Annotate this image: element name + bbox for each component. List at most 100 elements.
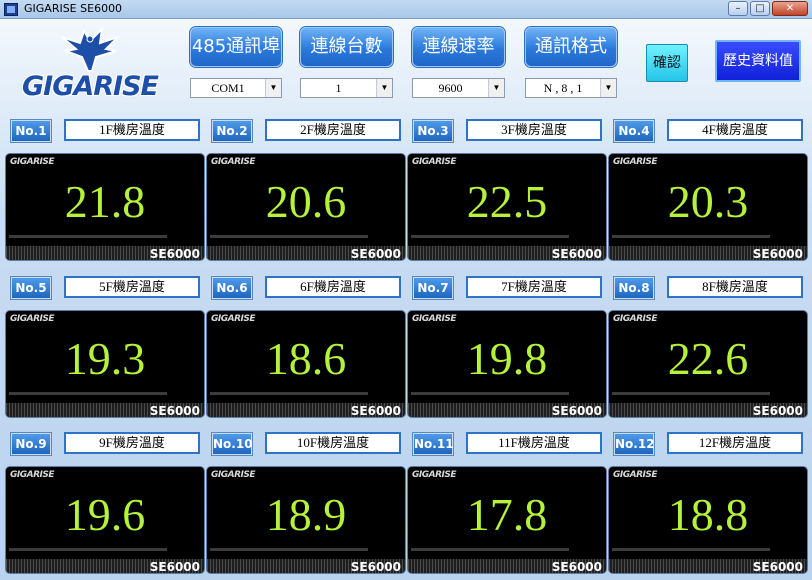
eagle-logo-icon: [61, 27, 119, 72]
divider-line: [9, 392, 167, 395]
unit-number-button[interactable]: No.1: [11, 120, 51, 142]
divider-line: [411, 392, 569, 395]
unit-name-field[interactable]: 10F機房溫度: [265, 432, 401, 454]
unit-number-button[interactable]: No.7: [413, 277, 453, 299]
dropdown-arrow-icon[interactable]: ▼: [488, 79, 504, 97]
divider-line: [9, 548, 167, 551]
model-label: SE6000: [149, 560, 200, 573]
model-label: SE6000: [551, 247, 602, 260]
temperature-display: GIGARISE 18.6 SE6000: [207, 311, 405, 417]
divider-line: [612, 548, 770, 551]
unit-name-field[interactable]: 11F機房溫度: [466, 432, 602, 454]
temperature-display: GIGARISE 22.6 SE6000: [609, 311, 807, 417]
device-count-value: 1: [335, 81, 342, 95]
divider-line: [612, 235, 770, 238]
temperature-display: GIGARISE 19.6 SE6000: [6, 467, 204, 573]
baud-rate-button[interactable]: 連線速率: [412, 27, 505, 67]
temperature-value: 17.8: [466, 489, 548, 540]
com-port-select[interactable]: COM1 ▼: [190, 78, 282, 98]
unit-name-field[interactable]: 5F機房溫度: [64, 276, 200, 298]
divider-line: [9, 235, 167, 238]
display-brand: GIGARISE: [613, 314, 658, 324]
baud-rate-select[interactable]: 9600 ▼: [412, 78, 505, 98]
temperature-value: 19.6: [64, 489, 146, 540]
temperature-display: GIGARISE 19.8 SE6000: [408, 311, 606, 417]
temperature-value: 20.3: [667, 176, 749, 227]
window-title: GIGARISE SE6000: [24, 2, 123, 15]
minimize-button[interactable]: –: [728, 1, 748, 16]
unit-name-field[interactable]: 4F機房溫度: [667, 119, 803, 141]
data-format-value: N , 8 , 1: [543, 81, 583, 95]
temperature-value: 22.6: [667, 333, 749, 384]
data-format-select[interactable]: N , 8 , 1 ▼: [525, 78, 617, 98]
data-format-button[interactable]: 通訊格式: [525, 27, 617, 67]
main-panel: GIGARISE 485通訊埠 COM1 ▼ 連線台數 1 ▼ 連線速率 9600 ▼ 通訊格式 N…: [0, 19, 812, 580]
model-label: SE6000: [149, 247, 200, 260]
confirm-button[interactable]: 確認: [646, 44, 688, 82]
unit-number-button[interactable]: No.6: [212, 277, 252, 299]
dropdown-arrow-icon[interactable]: ▼: [265, 79, 281, 97]
divider-line: [411, 548, 569, 551]
unit-number-button[interactable]: No.3: [413, 120, 453, 142]
divider-line: [612, 392, 770, 395]
unit-number-button[interactable]: No.11: [413, 433, 454, 455]
unit-number-button[interactable]: No.9: [11, 433, 51, 455]
temperature-display: GIGARISE 19.3 SE6000: [6, 311, 204, 417]
gigarise-logo: GIGARISE: [22, 27, 162, 109]
temperature-value: 18.9: [265, 489, 347, 540]
com-port-button[interactable]: 485通訊埠: [190, 27, 282, 67]
unit-name-field[interactable]: 2F機房溫度: [265, 119, 401, 141]
temperature-value: 18.6: [265, 333, 347, 384]
unit-number-button[interactable]: No.2: [212, 120, 252, 142]
temperature-value: 21.8: [64, 176, 146, 227]
temperature-value: 19.8: [466, 333, 548, 384]
history-data-button[interactable]: 歷史資料值: [715, 40, 801, 82]
model-label: SE6000: [752, 404, 803, 417]
model-label: SE6000: [551, 560, 602, 573]
window-controls: – □ ✕: [728, 1, 808, 16]
model-label: SE6000: [551, 404, 602, 417]
temperature-display: GIGARISE 20.6 SE6000: [207, 154, 405, 260]
display-brand: GIGARISE: [412, 470, 457, 480]
unit-name-field[interactable]: 8F機房溫度: [667, 276, 803, 298]
temperature-display: GIGARISE 21.8 SE6000: [6, 154, 204, 260]
display-brand: GIGARISE: [10, 314, 55, 324]
model-label: SE6000: [350, 247, 401, 260]
unit-name-field[interactable]: 3F機房溫度: [466, 119, 602, 141]
maximize-button[interactable]: □: [750, 1, 770, 16]
unit-name-field[interactable]: 7F機房溫度: [466, 276, 602, 298]
device-count-select[interactable]: 1 ▼: [300, 78, 393, 98]
display-brand: GIGARISE: [10, 470, 55, 480]
unit-name-field[interactable]: 1F機房溫度: [64, 119, 200, 141]
display-brand: GIGARISE: [10, 157, 55, 167]
unit-name-field[interactable]: 6F機房溫度: [265, 276, 401, 298]
unit-number-button[interactable]: No.5: [11, 277, 51, 299]
unit-name-field[interactable]: 9F機房溫度: [64, 432, 200, 454]
model-label: SE6000: [752, 247, 803, 260]
app-icon: [4, 3, 18, 16]
model-label: SE6000: [350, 560, 401, 573]
divider-line: [210, 548, 368, 551]
unit-name-field[interactable]: 12F機房溫度: [667, 432, 803, 454]
model-label: SE6000: [149, 404, 200, 417]
com-port-value: COM1: [211, 81, 245, 95]
model-label: SE6000: [350, 404, 401, 417]
brand-text: GIGARISE: [22, 71, 159, 102]
device-count-button[interactable]: 連線台數: [300, 27, 393, 67]
unit-number-button[interactable]: No.8: [614, 277, 654, 299]
temperature-value: 22.5: [466, 176, 548, 227]
temperature-value: 19.3: [64, 333, 146, 384]
display-brand: GIGARISE: [211, 470, 256, 480]
dropdown-arrow-icon[interactable]: ▼: [600, 79, 616, 97]
unit-number-button[interactable]: No.12: [614, 433, 655, 455]
display-brand: GIGARISE: [211, 157, 256, 167]
model-label: SE6000: [752, 560, 803, 573]
unit-number-button[interactable]: No.10: [212, 433, 253, 455]
display-brand: GIGARISE: [412, 157, 457, 167]
unit-number-button[interactable]: No.4: [614, 120, 654, 142]
temperature-display: GIGARISE 18.9 SE6000: [207, 467, 405, 573]
divider-line: [210, 235, 368, 238]
close-button[interactable]: ✕: [772, 1, 808, 16]
dropdown-arrow-icon[interactable]: ▼: [376, 79, 392, 97]
temperature-display: GIGARISE 22.5 SE6000: [408, 154, 606, 260]
